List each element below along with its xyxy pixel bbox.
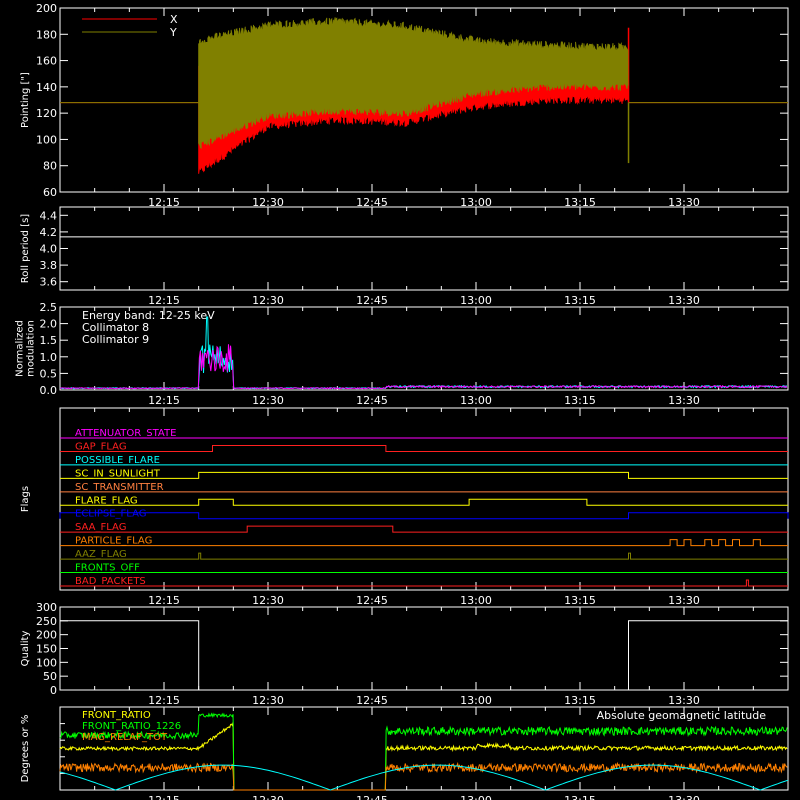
panel-2-ytick-label: 1.0	[40, 351, 58, 364]
panel-2-ytick-label: 0.0	[40, 384, 58, 397]
panel-5-xtick-label: 12:15	[148, 794, 180, 800]
series-collimator-8-line	[59, 316, 787, 390]
panel-2-ylabel: Normalized	[15, 320, 26, 377]
flag-label-gap-flag: GAP_FLAG	[75, 441, 127, 452]
panel-0-ytick-label: 100	[36, 133, 57, 146]
panel-3-xtick-label: 13:00	[460, 594, 492, 607]
panel-2-xtick-label: 13:30	[668, 394, 700, 407]
panel-0-ytick-label: 160	[36, 55, 57, 68]
panel-1-ytick-label: 4.2	[40, 226, 58, 239]
panel-4-xtick-label: 13:15	[564, 694, 596, 707]
flag-label-possible-flare: POSSIBLE_FLARE	[75, 455, 160, 466]
panel-4-ytick-label: 250	[36, 615, 57, 628]
panel-0-ytick-label: 60	[43, 186, 57, 199]
panel-1-ylabel: Roll period [s]	[20, 214, 31, 283]
panel-4-ytick-label: 0	[50, 684, 57, 697]
panel-5-xtick-label: 13:30	[668, 794, 700, 800]
panel-4-xtick-label: 12:30	[252, 694, 284, 707]
panel-4-xtick-label: 13:30	[668, 694, 700, 707]
flag-label-particle-flag: PARTICLE_FLAG	[75, 536, 152, 547]
flag-line-eclipse-flag	[59, 512, 789, 520]
panel-4-xtick-label: 13:00	[460, 694, 492, 707]
panel-3-xtick-label: 12:15	[148, 594, 180, 607]
panel-2-ylabel: modulation	[26, 320, 37, 377]
quality-line	[60, 620, 788, 691]
panel-1-frame	[59, 206, 789, 291]
panel-4-ytick-label: 50	[43, 670, 57, 683]
flag-line-sc-in-sunlight	[60, 471, 788, 479]
flag-label-flare-flag: FLARE_FLAG	[75, 495, 138, 506]
panel-2-xtick-label: 12:15	[148, 394, 180, 407]
panel-2-ytick-label: 2.0	[40, 318, 58, 331]
panel-2-ytick-label: 2.5	[40, 301, 58, 314]
flag-label-sc-in-sunlight: SC_IN_SUNLIGHT	[75, 468, 161, 479]
flag-label-aaz-flag: AAZ_FLAG	[75, 549, 127, 560]
series-mag-relap-tot-line	[59, 761, 788, 791]
panel-5-ylabel: Degrees or %	[20, 715, 31, 783]
flag-label-sc-transmitter: SC_TRANSMITTER	[75, 482, 164, 493]
panel-3-xtick-label: 12:45	[356, 594, 388, 607]
panel-1-xtick-label: 13:15	[564, 294, 596, 307]
panel-0-ylabel: Pointing ["]	[20, 72, 31, 128]
panel-1-xtick-label: 12:15	[148, 294, 180, 307]
legend-label-collimator-9: Collimator 9	[82, 333, 149, 346]
panel-0-ytick-label: 140	[36, 81, 57, 94]
panel-2-ytick-label: 1.5	[40, 334, 58, 347]
panel-2-ytick-label: 0.5	[40, 367, 58, 380]
flag-label-fronts-off: FRONTS_OFF	[75, 563, 140, 574]
panel-2-xtick-label: 13:00	[460, 394, 492, 407]
panel-1-ytick-label: 4.0	[40, 243, 58, 256]
panel-1-xtick-label: 13:30	[668, 294, 700, 307]
panel-0-ytick-label: 200	[36, 2, 57, 15]
flag-line-aaz-flag	[60, 552, 788, 560]
panel-1-ytick-label: 3.8	[40, 259, 58, 272]
panel-5-xtick-label: 12:45	[356, 794, 388, 800]
panel-2-xtick-label: 13:15	[564, 394, 596, 407]
legend-label-front-ratio: FRONT_RATIO	[82, 710, 151, 721]
flag-line-particle-flag	[60, 539, 788, 547]
energy-band-annotation: Energy band: 12-25 keV	[82, 309, 215, 322]
panel-4-xtick-label: 12:15	[148, 694, 180, 707]
rhessi-quicklook-chart: 12:15 12:30 12:45 13:00 13:15 13:30 60 80 100 120…	[15, 2, 789, 800]
flag-label-bad-packets: BAD_PACKETS	[75, 576, 146, 587]
legend-label-y: Y	[169, 26, 177, 39]
legend-label-mag-relap-tot: MAG_RELAP_TOT	[82, 732, 168, 743]
panel-0-ytick-label: 180	[36, 28, 57, 41]
flag-line-gap-flag	[60, 444, 788, 452]
panel-4-xtick-label: 12:45	[356, 694, 388, 707]
panel-2-xtick-label: 12:30	[252, 394, 284, 407]
geomagnetic-latitude-annotation: Absolute geomagnetic latitude	[597, 709, 767, 722]
flag-line-flare-flag	[60, 498, 788, 506]
panel-4-frame	[59, 606, 789, 691]
panel-5-xtick-label: 12:30	[252, 794, 284, 800]
panel-4-ylabel: Quality	[20, 631, 31, 667]
panel-3-xtick-label: 12:30	[252, 594, 284, 607]
flag-label-saa-flag: SAA_FLAG	[75, 522, 126, 533]
panel-4-ytick-label: 100	[36, 656, 57, 669]
flag-line-saa-flag	[60, 525, 788, 533]
panel-4-ytick-label: 300	[36, 601, 57, 614]
panel-5-xtick-label: 13:00	[460, 794, 492, 800]
panel-0-ytick-label: 120	[36, 107, 57, 120]
panel-3-xtick-label: 13:15	[564, 594, 596, 607]
legend-label-front-ratio-1226: FRONT_RATIO_1226	[82, 721, 181, 732]
panel-2-xtick-label: 12:45	[356, 394, 388, 407]
panel-1-xtick-label: 12:30	[252, 294, 284, 307]
panel-3-ylabel: Flags	[20, 486, 31, 512]
series-collimator-9-line	[60, 344, 788, 390]
panel-5-xtick-label: 13:15	[564, 794, 596, 800]
flag-label-eclipse-flag: ECLIPSE_FLAG	[75, 509, 146, 520]
panel-1-xtick-label: 12:45	[356, 294, 388, 307]
flag-line-bad-packets	[60, 579, 788, 587]
series-y-line	[198, 17, 629, 150]
panel-4-ytick-label: 150	[36, 643, 57, 656]
panel-1-xtick-label: 13:00	[460, 294, 492, 307]
panel-4-ytick-label: 200	[36, 629, 57, 642]
panel-1-ytick-label: 3.6	[40, 276, 58, 289]
legend-label-x: X	[170, 13, 178, 26]
panel-0-ytick-label: 80	[43, 160, 57, 173]
panel-1-ytick-label: 4.4	[40, 209, 58, 222]
flag-label-attenuator-state: ATTENUATOR_STATE	[75, 428, 176, 439]
panel-3-xtick-label: 13:30	[668, 594, 700, 607]
